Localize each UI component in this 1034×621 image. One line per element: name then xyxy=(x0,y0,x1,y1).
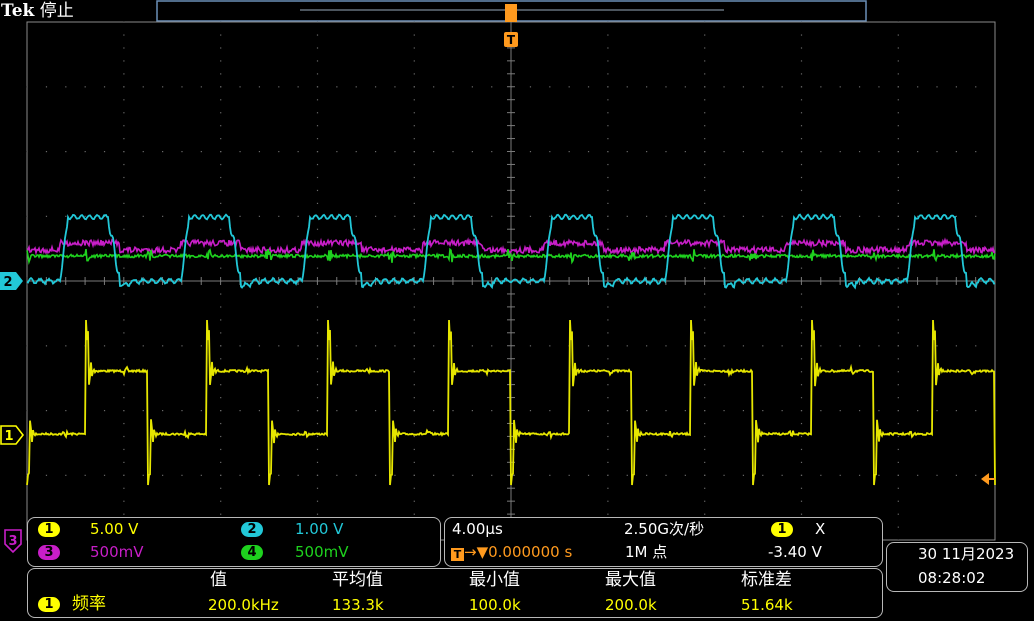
trigger-position-value: 0.000000 s xyxy=(488,543,573,561)
meas-header-min: 最小值 xyxy=(469,570,520,590)
ch4-badge: 4 xyxy=(241,545,263,560)
trigger-position[interactable]: T →▼0.000000 s xyxy=(451,543,572,561)
trigger-level[interactable]: -3.40 V xyxy=(768,543,822,561)
trigger-arrow-icon: →▼ xyxy=(464,543,489,561)
ch1-badge: 1 xyxy=(38,522,60,537)
meas-header-value: 值 xyxy=(210,570,227,590)
record-length: 1M 点 xyxy=(625,543,668,561)
trigger-t-icon: T xyxy=(451,548,464,561)
svg-text:2: 2 xyxy=(3,275,12,290)
meas-stddev: 51.64k xyxy=(741,596,793,614)
ch2-scale[interactable]: 1.00 V xyxy=(295,520,343,538)
date-text: 30 11月2023 xyxy=(918,545,1015,563)
trigger-marker-label: T xyxy=(507,33,516,47)
trigger-slope-icon: X xyxy=(815,520,826,538)
ch2-offset-marker[interactable]: 2 xyxy=(0,272,23,290)
meas-header-stddev: 标准差 xyxy=(741,570,792,590)
trigger-level-marker[interactable] xyxy=(981,473,995,485)
status-header: Tek 停止 xyxy=(1,2,74,20)
run-state: 停止 xyxy=(39,1,74,21)
ch1-scale[interactable]: 5.00 V xyxy=(90,520,138,538)
meas-min: 100.0k xyxy=(469,596,521,614)
sample-rate: 2.50G次/秒 xyxy=(624,520,705,538)
ch4-scale[interactable]: 500mV xyxy=(295,543,349,561)
meas-name[interactable]: 频率 xyxy=(72,595,106,613)
time-text: 08:28:02 xyxy=(918,569,986,587)
trigger-source-badge: 1 xyxy=(771,522,793,537)
ch1-offset-marker[interactable]: 1 xyxy=(0,425,25,445)
meas-max: 200.0k xyxy=(605,596,657,614)
brand-logo: Tek xyxy=(1,1,35,21)
ch3-badge: 3 xyxy=(38,545,60,560)
meas-value: 200.0kHz xyxy=(208,596,279,614)
ch2-badge: 2 xyxy=(241,522,263,537)
meas-mean: 133.3k xyxy=(332,596,384,614)
meas-header-max: 最大值 xyxy=(605,570,656,590)
svg-text:1: 1 xyxy=(4,429,13,444)
ch3-offset-marker[interactable]: 3 xyxy=(4,529,22,554)
horizontal-scale[interactable]: 4.00µs xyxy=(452,520,503,538)
svg-text:3: 3 xyxy=(8,534,17,549)
meas-source-badge: 1 xyxy=(38,597,60,612)
meas-header-mean: 平均值 xyxy=(332,570,383,590)
ch3-scale[interactable]: 500mV xyxy=(90,543,144,561)
